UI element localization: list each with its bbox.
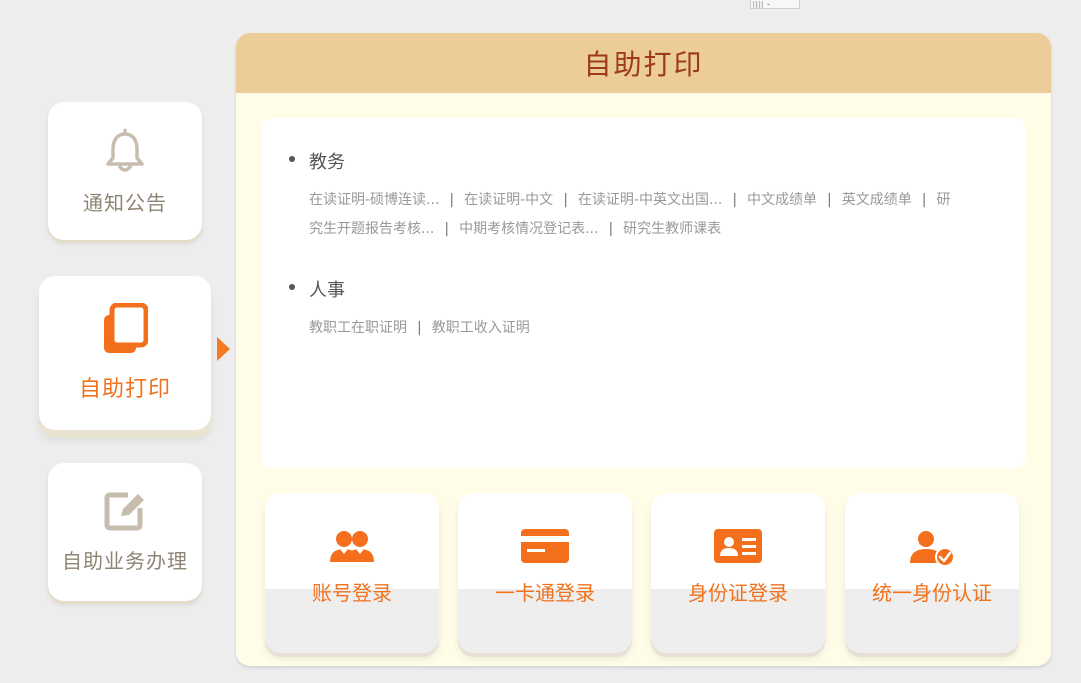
link-list: 教职工在职证明 | 教职工收入证明 — [309, 314, 959, 343]
top-mini-control[interactable]: ⌄ — [750, 0, 800, 9]
edit-icon — [104, 491, 146, 535]
tile-label: 身份证登录 — [688, 581, 788, 605]
panel-header: 自助打印 — [236, 33, 1051, 93]
section-academic: 教务 在读证明-硕博连读... | 在读证明-中文 | 在读证明-中英文出国... | 中文… — [289, 148, 1026, 244]
section-title: 教务 — [289, 148, 1026, 174]
print-link[interactable]: 中文成绩单 — [747, 192, 817, 208]
link-separator: | — [444, 221, 450, 237]
main-panel: 自助打印 教务 在读证明-硕博连读... | 在读证明-中文 | 在读证明-中英文出国.… — [236, 33, 1051, 666]
print-link[interactable]: 英文成绩单 — [842, 192, 912, 208]
login-id-card-button[interactable]: 身份证登录 — [651, 493, 825, 653]
print-items-box: 教务 在读证明-硕博连读... | 在读证明-中文 | 在读证明-中英文出国... | 中文… — [261, 118, 1026, 468]
chevron-down-icon: ⌄ — [766, 0, 772, 7]
tile-label: 一卡通登录 — [495, 581, 595, 605]
sidebar-item-print[interactable]: 自助打印 — [39, 276, 211, 430]
sidebar-item-label: 通知公告 — [83, 190, 167, 215]
users-icon — [328, 529, 376, 567]
copy-icon — [102, 302, 149, 359]
sidebar-item-label: 自助打印 — [78, 377, 171, 402]
bell-icon — [104, 127, 146, 177]
tile-label: 统一身份认证 — [872, 581, 992, 605]
login-campus-card-button[interactable]: 一卡通登录 — [458, 493, 632, 653]
link-separator: | — [921, 192, 927, 208]
login-unified-auth-button[interactable]: 统一身份认证 — [845, 493, 1019, 653]
user-check-icon — [908, 529, 956, 571]
sidebar-item-notice[interactable]: 通知公告 — [48, 102, 202, 240]
card-icon — [521, 529, 569, 567]
grid-icon — [753, 0, 763, 8]
sidebar-item-label: 自助业务办理 — [62, 548, 188, 573]
page-title: 自助打印 — [583, 48, 704, 81]
link-separator: | — [827, 192, 832, 208]
id-card-icon — [714, 529, 762, 567]
print-link[interactable]: 中期考核情况登记表... — [459, 221, 598, 237]
link-separator: | — [563, 192, 568, 208]
link-separator: | — [732, 192, 738, 208]
link-separator: | — [449, 192, 455, 208]
login-account-button[interactable]: 账号登录 — [265, 493, 439, 653]
print-link[interactable]: 教职工在职证明 — [309, 320, 407, 336]
active-indicator-arrow — [217, 337, 230, 361]
link-list: 在读证明-硕博连读... | 在读证明-中文 | 在读证明-中英文出国... | 中文成绩单… — [309, 186, 959, 244]
link-separator: | — [608, 221, 614, 237]
print-link[interactable]: 教职工收入证明 — [432, 320, 530, 336]
section-title: 人事 — [289, 276, 1026, 302]
section-hr: 人事 教职工在职证明 | 教职工收入证明 — [289, 276, 1026, 343]
tile-label: 账号登录 — [312, 581, 392, 605]
print-link[interactable]: 在读证明-硕博连读... — [309, 192, 439, 208]
print-link[interactable]: 在读证明-中文 — [464, 192, 553, 208]
sidebar-item-self-service[interactable]: 自助业务办理 — [48, 463, 202, 601]
print-link[interactable]: 研究生教师课表 — [623, 221, 721, 237]
print-link[interactable]: 在读证明-中英文出国... — [578, 192, 722, 208]
link-separator: | — [417, 320, 422, 336]
